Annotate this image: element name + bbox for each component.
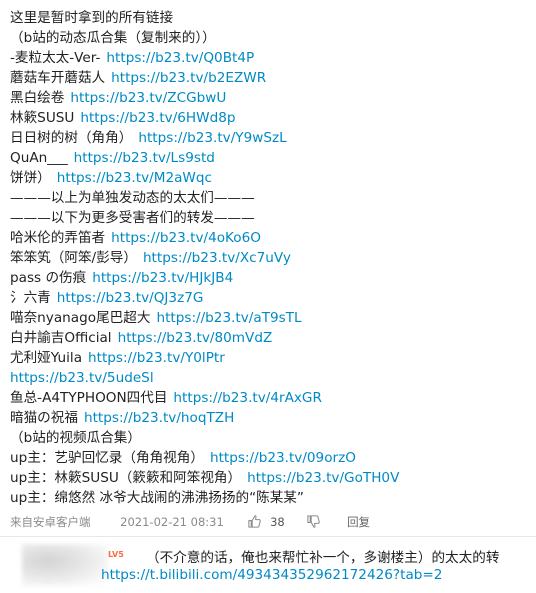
line-text: 这里是暂时拿到的所有链接 bbox=[10, 10, 174, 26]
post-line: 暗猫の祝福 https://b23.tv/hoqTZH bbox=[10, 408, 526, 428]
line-text: 日日树的树（角角） bbox=[10, 130, 133, 146]
post-line: ———以下为更多受害者们的转发——— bbox=[10, 208, 526, 228]
post-line: 白井諭吉Official https://b23.tv/80mVdZ bbox=[10, 328, 526, 348]
post-line: ———以上为单独发动态的太太们——— bbox=[10, 188, 526, 208]
avatar[interactable] bbox=[22, 544, 108, 586]
comment-link[interactable]: https://t.bilibili.com/49343435296217242… bbox=[101, 567, 442, 583]
post-line: QuAn___ https://b23.tv/Ls9std bbox=[10, 148, 526, 168]
line-link[interactable]: https://b23.tv/Xc7uVy bbox=[143, 250, 291, 266]
line-link[interactable]: https://b23.tv/QJ3z7G bbox=[57, 290, 204, 306]
post-line: 这里是暂时拿到的所有链接 bbox=[10, 8, 526, 28]
client-source: 来自安卓客户端 bbox=[10, 514, 91, 529]
line-link[interactable]: https://b23.tv/80mVdZ bbox=[118, 330, 273, 346]
post-line: 尤利娅Yuila https://b23.tv/Y0lPtr bbox=[10, 348, 526, 368]
post-line: （b站的视频瓜合集） bbox=[10, 428, 526, 448]
line-link[interactable]: https://b23.tv/Q0Bt4P bbox=[106, 50, 254, 66]
like-count: 38 bbox=[270, 514, 285, 529]
line-text: 笨笨笂（阿笨/彭导） bbox=[10, 250, 137, 266]
line-link[interactable]: https://b23.tv/ZCGbwU bbox=[70, 90, 226, 106]
line-link[interactable]: https://b23.tv/M2aWqc bbox=[57, 170, 212, 186]
line-link[interactable]: https://b23.tv/HJkJB4 bbox=[92, 270, 233, 286]
line-link[interactable]: https://b23.tv/Ls9std bbox=[74, 150, 215, 166]
line-text: 鱼总-A4TYPHOON四代目 bbox=[10, 390, 168, 406]
comment-divider bbox=[0, 536, 536, 537]
post-line: 林簌SUSU https://b23.tv/6HWd8p bbox=[10, 108, 526, 128]
line-text: up主：林簌SUSU（簌簌和阿笨视角） bbox=[10, 470, 242, 486]
line-text: （b站的动态瓜合集（复制来的）） bbox=[10, 30, 216, 46]
post-line: 黑白绘卷 https://b23.tv/ZCGbwU bbox=[10, 88, 526, 108]
line-text: 林簌SUSU bbox=[10, 110, 75, 126]
line-text: up主：绵悠然 冰爷大战闹的沸沸扬扬的“陈某某” bbox=[10, 490, 304, 506]
post-body: 这里是暂时拿到的所有链接 （b站的动态瓜合集（复制来的）） -麦粒太太-Ver-ht… bbox=[10, 8, 526, 508]
post-line: -麦粒太太-Ver-https://b23.tv/Q0Bt4P bbox=[10, 48, 526, 68]
line-link[interactable]: https://b23.tv/6HWd8p bbox=[80, 110, 235, 126]
like-button[interactable] bbox=[247, 509, 262, 535]
line-text: -麦粒太太-Ver- bbox=[10, 50, 101, 66]
post-meta-bar: 来自安卓客户端 2021-02-21 08:31 38 回复 bbox=[10, 508, 526, 534]
post-line: up主：绵悠然 冰爷大战闹的沸沸扬扬的“陈某某” bbox=[10, 488, 526, 508]
post-line: up主：艺驴回忆录（角角视角） https://b23.tv/09orzO bbox=[10, 448, 526, 468]
post-line: pass の伤痕 https://b23.tv/HJkJB4 bbox=[10, 268, 526, 288]
line-link[interactable]: https://b23.tv/09orzO bbox=[210, 450, 356, 466]
post-line: 鱼总-A4TYPHOON四代目 https://b23.tv/4rAxGR bbox=[10, 388, 526, 408]
line-text: 喵奈nyanago尾巴超大 bbox=[10, 310, 151, 326]
line-text: up主：艺驴回忆录（角角视角） bbox=[10, 450, 204, 466]
line-text: ———以下为更多受害者们的转发——— bbox=[10, 210, 255, 226]
post-line: 饼饼） https://b23.tv/M2aWqc bbox=[10, 168, 526, 188]
line-text: pass の伤痕 bbox=[10, 270, 87, 286]
line-text: （b站的视频瓜合集） bbox=[10, 430, 141, 446]
post-line: https://b23.tv/5udeSl bbox=[10, 368, 526, 388]
post-timestamp: 2021-02-21 08:31 bbox=[120, 514, 224, 529]
line-text: QuAn___ bbox=[10, 150, 68, 166]
line-text: 饼饼） bbox=[10, 170, 51, 186]
line-link[interactable]: https://b23.tv/4rAxGR bbox=[173, 390, 322, 406]
line-text: 哈米伦的弄笛者 bbox=[10, 230, 106, 246]
thumbs-up-icon bbox=[248, 514, 262, 528]
level-badge: LV5 bbox=[108, 550, 124, 559]
line-text: 黑白绘卷 bbox=[10, 90, 65, 106]
post-line: （b站的动态瓜合集（复制来的）） bbox=[10, 28, 526, 48]
line-link[interactable]: https://b23.tv/Y0lPtr bbox=[88, 350, 225, 366]
post-line: 笨笨笂（阿笨/彭导） https://b23.tv/Xc7uVy bbox=[10, 248, 526, 268]
post-line: 喵奈nyanago尾巴超大 https://b23.tv/aT9sTL bbox=[10, 308, 526, 328]
line-link[interactable]: https://b23.tv/aT9sTL bbox=[156, 310, 301, 326]
thumbs-down-icon bbox=[307, 514, 321, 528]
line-link[interactable]: https://b23.tv/GoTH0V bbox=[247, 470, 399, 486]
line-text: 蘑菇车开蘑菇人 bbox=[10, 70, 106, 86]
line-link[interactable]: https://b23.tv/Y9wSzL bbox=[138, 130, 286, 146]
line-text: 白井諭吉Official bbox=[10, 330, 112, 346]
line-link[interactable]: https://b23.tv/b2EZWR bbox=[111, 70, 266, 86]
line-text: 氵六青 bbox=[10, 290, 51, 306]
post-line: 日日树的树（角角） https://b23.tv/Y9wSzL bbox=[10, 128, 526, 148]
reply-button[interactable]: 回复 bbox=[347, 509, 370, 535]
line-link[interactable]: https://b23.tv/hoqTZH bbox=[84, 410, 234, 426]
dislike-button[interactable] bbox=[306, 509, 321, 535]
post-line: 蘑菇车开蘑菇人 https://b23.tv/b2EZWR bbox=[10, 68, 526, 88]
line-text: ———以上为单独发动态的太太们——— bbox=[10, 190, 255, 206]
line-link[interactable]: https://b23.tv/4oKo6O bbox=[111, 230, 261, 246]
line-link[interactable]: https://b23.tv/5udeSl bbox=[10, 370, 154, 386]
post-line: 哈米伦的弄笛者 https://b23.tv/4oKo6O bbox=[10, 228, 526, 248]
post-line: 氵六青 https://b23.tv/QJ3z7G bbox=[10, 288, 526, 308]
line-text: 暗猫の祝福 bbox=[10, 410, 78, 426]
comment-text: （不介意的话，俺也来帮忙补一个，多谢楼主）的太太的转 bbox=[146, 550, 500, 566]
comment-item: LV5 （不介意的话，俺也来帮忙补一个，多谢楼主）的太太的转 https://t… bbox=[0, 538, 536, 593]
line-text: 尤利娅Yuila bbox=[10, 350, 83, 366]
post-line: up主：林簌SUSU（簌簌和阿笨视角） https://b23.tv/GoTH0V bbox=[10, 468, 526, 488]
